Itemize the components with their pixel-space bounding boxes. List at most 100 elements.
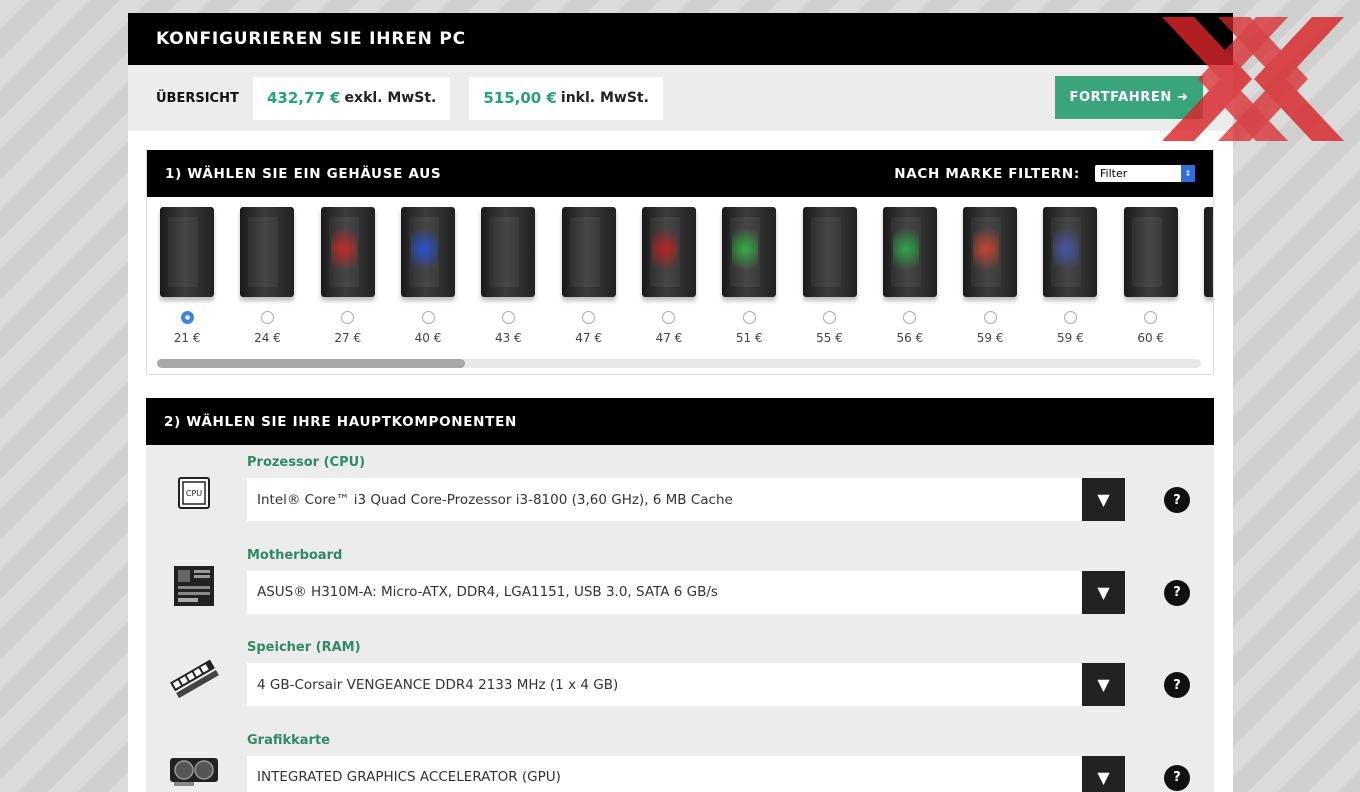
case-lighting xyxy=(732,221,759,277)
components-section: 2) WÄHLEN SIE IHRE HAUPTKOMPONENTEN CPU P… xyxy=(146,398,1214,792)
case-radio[interactable] xyxy=(983,311,997,324)
component-select[interactable]: ASUS® H310M-A: Micro-ATX, DDR4, LGA1151,… xyxy=(247,570,1125,614)
configurator-page: KONFIGURIEREN SIE IHREN PC ÜBERSICHT 432… xyxy=(128,13,1233,792)
component-value: 4 GB-Corsair VENGEANCE DDR4 2133 MHz (1 … xyxy=(257,676,619,693)
component-row: Grafikkarte INTEGRATED GRAPHICS ACCELERAT… xyxy=(146,723,1214,792)
case-option[interactable]: 47 € xyxy=(548,197,628,357)
case-option[interactable]: 60 € xyxy=(1111,197,1191,357)
case-price: 47 € xyxy=(575,331,602,345)
case-option[interactable]: 59 € xyxy=(1030,197,1110,357)
case-radio[interactable] xyxy=(1144,311,1158,324)
component-value: Intel® Core™ i3 Quad Core-Prozessor i3-8… xyxy=(257,491,733,508)
component-title: Motherboard xyxy=(247,547,343,563)
case-option[interactable]: 40 € xyxy=(388,197,468,357)
help-icon[interactable]: ? xyxy=(1164,487,1190,513)
case-image[interactable] xyxy=(882,207,937,297)
net-price-box: 432,77 € exkl. MwSt. xyxy=(253,76,451,120)
case-image[interactable] xyxy=(240,207,295,297)
case-price: 59 € xyxy=(976,331,1004,345)
case-image[interactable] xyxy=(722,207,777,297)
component-title: Grafikkarte xyxy=(247,732,330,748)
gross-price-box: 515,00 € inkl. MwSt. xyxy=(469,76,663,120)
case-price: 60 € xyxy=(1137,331,1165,345)
case-radio[interactable] xyxy=(662,311,676,324)
help-icon[interactable]: ? xyxy=(1164,579,1190,606)
case-image[interactable] xyxy=(1204,207,1213,297)
case-option[interactable]: 47 € xyxy=(629,197,709,357)
case-image[interactable] xyxy=(802,207,857,297)
case-image[interactable] xyxy=(320,207,375,297)
case-radio[interactable] xyxy=(742,311,756,324)
case-radio[interactable] xyxy=(823,311,837,324)
case-option[interactable]: 24 € xyxy=(227,197,307,357)
net-price: 432,77 € xyxy=(267,89,341,107)
net-price-suffix: exkl. MwSt. xyxy=(344,90,437,106)
components-section-title: 2) WÄHLEN SIE IHRE HAUPTKOMPONENTEN xyxy=(164,413,518,430)
dropdown-arrow-icon[interactable]: ▼ xyxy=(1082,663,1125,706)
continue-button[interactable]: FORTFAHREN ➜ xyxy=(1055,76,1203,119)
component-value: INTEGRATED GRAPHICS ACCELERATOR (GPU) xyxy=(257,769,561,785)
cpu-icon: CPU xyxy=(168,467,220,519)
case-price: 56 € xyxy=(896,331,924,345)
brand-filter: NACH MARKE FILTERN: Filter ⇕ xyxy=(894,165,1195,182)
case-image[interactable] xyxy=(481,207,536,297)
case-section-title: 1) WÄHLEN SIE EIN GEHÄUSE AUS xyxy=(165,165,442,182)
case-option[interactable]: 21 € xyxy=(147,197,227,357)
case-price: 43 € xyxy=(494,331,522,345)
dropdown-arrow-icon[interactable]: ▼ xyxy=(1082,570,1125,614)
components-section-header: 2) WÄHLEN SIE IHRE HAUPTKOMPONENTEN xyxy=(146,398,1214,445)
case-lighting xyxy=(973,221,1000,277)
help-icon[interactable]: ? xyxy=(1164,764,1190,791)
case-option[interactable]: 43 € xyxy=(468,197,548,357)
brand-filter-select[interactable]: Filter ⇕ xyxy=(1095,165,1195,182)
case-image[interactable] xyxy=(1043,207,1098,297)
overview-label: ÜBERSICHT xyxy=(156,90,239,106)
case-price: 40 € xyxy=(414,331,442,345)
case-image[interactable] xyxy=(561,207,616,297)
dropdown-arrow-icon[interactable]: ▼ xyxy=(1082,478,1125,521)
brand-filter-label: NACH MARKE FILTERN: xyxy=(894,165,1080,182)
case-image[interactable] xyxy=(641,207,696,297)
component-select[interactable]: Intel® Core™ i3 Quad Core-Prozessor i3-8… xyxy=(247,478,1125,521)
case-price: 55 € xyxy=(816,331,843,345)
component-list: CPU Prozessor (CPU) Intel® Core™ i3 Quad C… xyxy=(146,445,1214,792)
case-list: 21 € 24 € 27 € 40 € 43 € 47 € 47 € 51 € 55 € 56 €… xyxy=(147,197,1213,357)
case-option[interactable]: 56 € xyxy=(870,197,950,357)
case-lighting xyxy=(330,221,357,277)
case-option[interactable]: 55 € xyxy=(789,197,869,357)
case-option[interactable]: 27 € xyxy=(308,197,388,357)
component-select[interactable]: 4 GB-Corsair VENGEANCE DDR4 2133 MHz (1 … xyxy=(247,663,1125,706)
case-lighting xyxy=(411,221,438,277)
component-row: Motherboard ASUS® H310M-A: Micro-ATX, DDR… xyxy=(146,538,1214,631)
case-lighting xyxy=(892,221,919,277)
case-option[interactable]: 51 € xyxy=(709,197,789,357)
case-radio[interactable] xyxy=(260,311,274,324)
overview-bar: ÜBERSICHT 432,77 € exkl. MwSt. 515,00 € … xyxy=(128,65,1233,131)
case-radio[interactable] xyxy=(1063,311,1077,324)
case-radio[interactable] xyxy=(501,311,515,324)
case-image[interactable] xyxy=(1123,207,1178,297)
case-radio[interactable] xyxy=(582,311,596,324)
component-title: Speicher (RAM) xyxy=(247,640,361,655)
case-section: 1) WÄHLEN SIE EIN GEHÄUSE AUS NACH MARKE… xyxy=(146,150,1214,375)
case-radio[interactable] xyxy=(341,311,355,324)
case-image[interactable] xyxy=(963,207,1018,297)
case-radio[interactable] xyxy=(180,311,194,324)
gross-price: 515,00 € xyxy=(483,89,557,107)
component-value: ASUS® H310M-A: Micro-ATX, DDR4, LGA1151,… xyxy=(257,584,718,600)
component-select[interactable]: INTEGRATED GRAPHICS ACCELERATOR (GPU) ▼ xyxy=(247,755,1125,792)
help-icon[interactable]: ? xyxy=(1164,672,1190,698)
case-radio[interactable] xyxy=(903,311,917,324)
case-price: 27 € xyxy=(334,331,362,345)
case-image[interactable] xyxy=(401,207,456,297)
case-lighting xyxy=(1053,221,1080,277)
case-list-scrollbar[interactable] xyxy=(157,359,1201,368)
dropdown-arrow-icon[interactable]: ▼ xyxy=(1082,755,1125,792)
case-option[interactable] xyxy=(1191,197,1213,357)
case-radio[interactable] xyxy=(421,311,435,324)
case-image[interactable] xyxy=(160,207,215,297)
page-title: KONFIGURIEREN SIE IHREN PC xyxy=(128,13,1233,65)
case-price: 59 € xyxy=(1057,331,1084,345)
case-option[interactable]: 59 € xyxy=(950,197,1030,357)
scrollbar-thumb[interactable] xyxy=(157,359,465,368)
